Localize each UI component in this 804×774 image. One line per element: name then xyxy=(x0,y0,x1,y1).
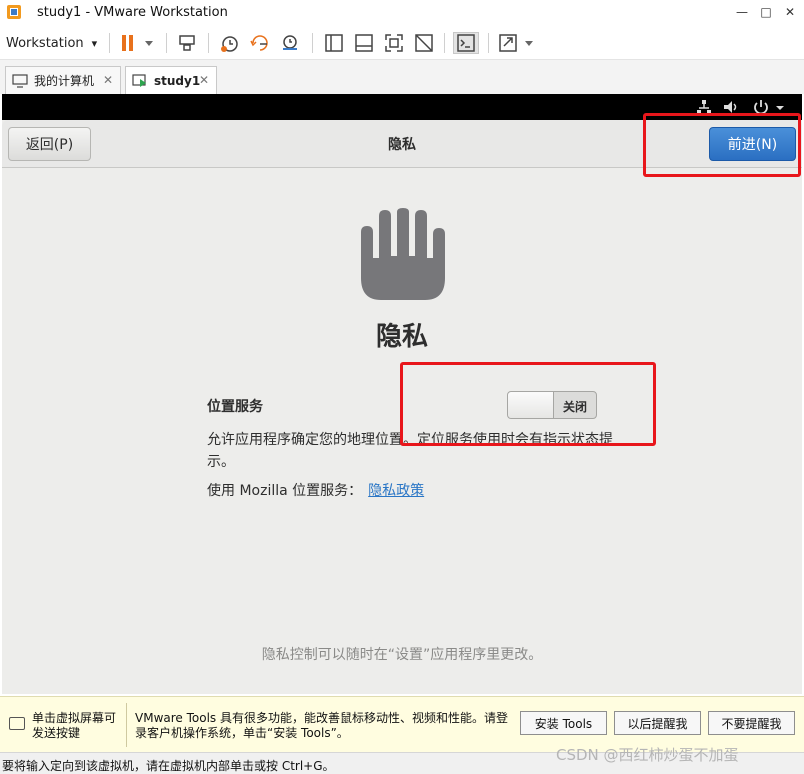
location-services-label: 位置服务 xyxy=(207,399,263,415)
manage-snapshots-icon xyxy=(283,35,297,50)
workstation-menu[interactable]: Workstation ▾ xyxy=(6,32,102,54)
remind-later-button[interactable]: 以后提醒我 xyxy=(614,711,701,735)
send-ctrl-alt-del-button[interactable] xyxy=(174,32,200,54)
close-icon[interactable]: ✕ xyxy=(103,73,113,87)
tab-label: study1 xyxy=(154,73,201,88)
fit-guest-button[interactable] xyxy=(352,32,376,54)
vm-tab-icon xyxy=(132,73,146,87)
console-view-button[interactable] xyxy=(453,32,479,54)
back-button[interactable]: 返回(P) xyxy=(8,127,91,161)
page-heading: 隐私 xyxy=(375,322,428,352)
snapshot-icon xyxy=(221,36,238,52)
annotation-box-next xyxy=(643,113,801,177)
tab-bar: 我的计算机 ✕ study1 ✕ xyxy=(0,60,804,94)
annotation-box-toggle xyxy=(400,362,656,446)
privacy-policy-link[interactable]: 隐私政策 xyxy=(368,483,424,499)
unity-icon xyxy=(415,34,433,52)
toolbar-separator xyxy=(208,33,209,53)
terminal-icon xyxy=(457,34,475,52)
workstation-menu-label: Workstation xyxy=(6,35,84,51)
header-title: 隐私 xyxy=(388,137,416,153)
click-to-send-keys-text: 单击虚拟屏幕可发送按键 xyxy=(32,711,117,740)
vmware-tools-message: VMware Tools 具有很多功能，能改善鼠标移动性、视频和性能。请登录客户… xyxy=(135,711,508,740)
window-title: study1 - VMware Workstation xyxy=(37,5,228,20)
mozilla-location-text: 使用 Mozilla 位置服务： xyxy=(207,483,363,499)
privacy-footer-note: 隐私控制可以随时在“设置”应用程序里更改。 xyxy=(261,647,543,663)
toolbar-separator xyxy=(166,33,167,53)
mozilla-location-row: 使用 Mozilla 位置服务： 隐私政策 xyxy=(207,480,424,500)
install-tools-button[interactable]: 安装 Tools xyxy=(520,711,607,735)
maximize-button[interactable]: □ xyxy=(754,2,778,22)
close-icon[interactable]: ✕ xyxy=(199,73,209,87)
tab-study1[interactable]: study1 ✕ xyxy=(125,66,217,94)
manage-snapshots-button[interactable] xyxy=(278,32,302,54)
vmware-icon xyxy=(7,5,21,19)
tab-label: 我的计算机 xyxy=(34,74,95,88)
toolbar-separator xyxy=(312,33,313,53)
view-console-button[interactable] xyxy=(322,32,346,54)
hand-icon xyxy=(361,208,445,300)
watermark: CSDN @西红柿炒蛋不加蛋 xyxy=(556,746,739,764)
pause-button[interactable] xyxy=(118,32,158,54)
fullscreen-button[interactable] xyxy=(382,32,406,54)
minimize-button[interactable]: — xyxy=(730,2,754,22)
stretch-icon xyxy=(499,34,533,52)
computer-icon xyxy=(12,73,28,88)
notification-divider xyxy=(126,703,127,747)
close-button[interactable]: ✕ xyxy=(778,2,802,22)
revert-snapshot-icon xyxy=(250,35,268,51)
no-remind-button[interactable]: 不要提醒我 xyxy=(708,711,795,735)
toolbar: Workstation ▾ xyxy=(0,26,804,60)
tab-my-computer[interactable]: 我的计算机 ✕ xyxy=(5,66,121,94)
fullscreen-icon xyxy=(385,34,403,52)
view-console-icon xyxy=(325,34,343,52)
toolbar-separator xyxy=(488,33,489,53)
pause-icon xyxy=(122,35,153,51)
stretch-button[interactable] xyxy=(496,32,540,54)
keyboard-icon xyxy=(9,717,25,730)
toolbar-separator xyxy=(109,33,110,53)
send-keys-icon xyxy=(179,35,195,51)
title-bar: study1 - VMware Workstation — □ ✕ xyxy=(0,0,804,26)
toolbar-separator xyxy=(444,33,445,53)
unity-button[interactable] xyxy=(412,32,436,54)
snapshot-button[interactable] xyxy=(218,32,242,54)
revert-snapshot-button[interactable] xyxy=(248,32,272,54)
fit-guest-icon xyxy=(355,34,373,52)
chevron-down-icon: ▾ xyxy=(91,36,98,50)
status-message: 要将输入定向到该虚拟机，请在虚拟机内部单击或按 Ctrl+G。 xyxy=(2,759,335,773)
